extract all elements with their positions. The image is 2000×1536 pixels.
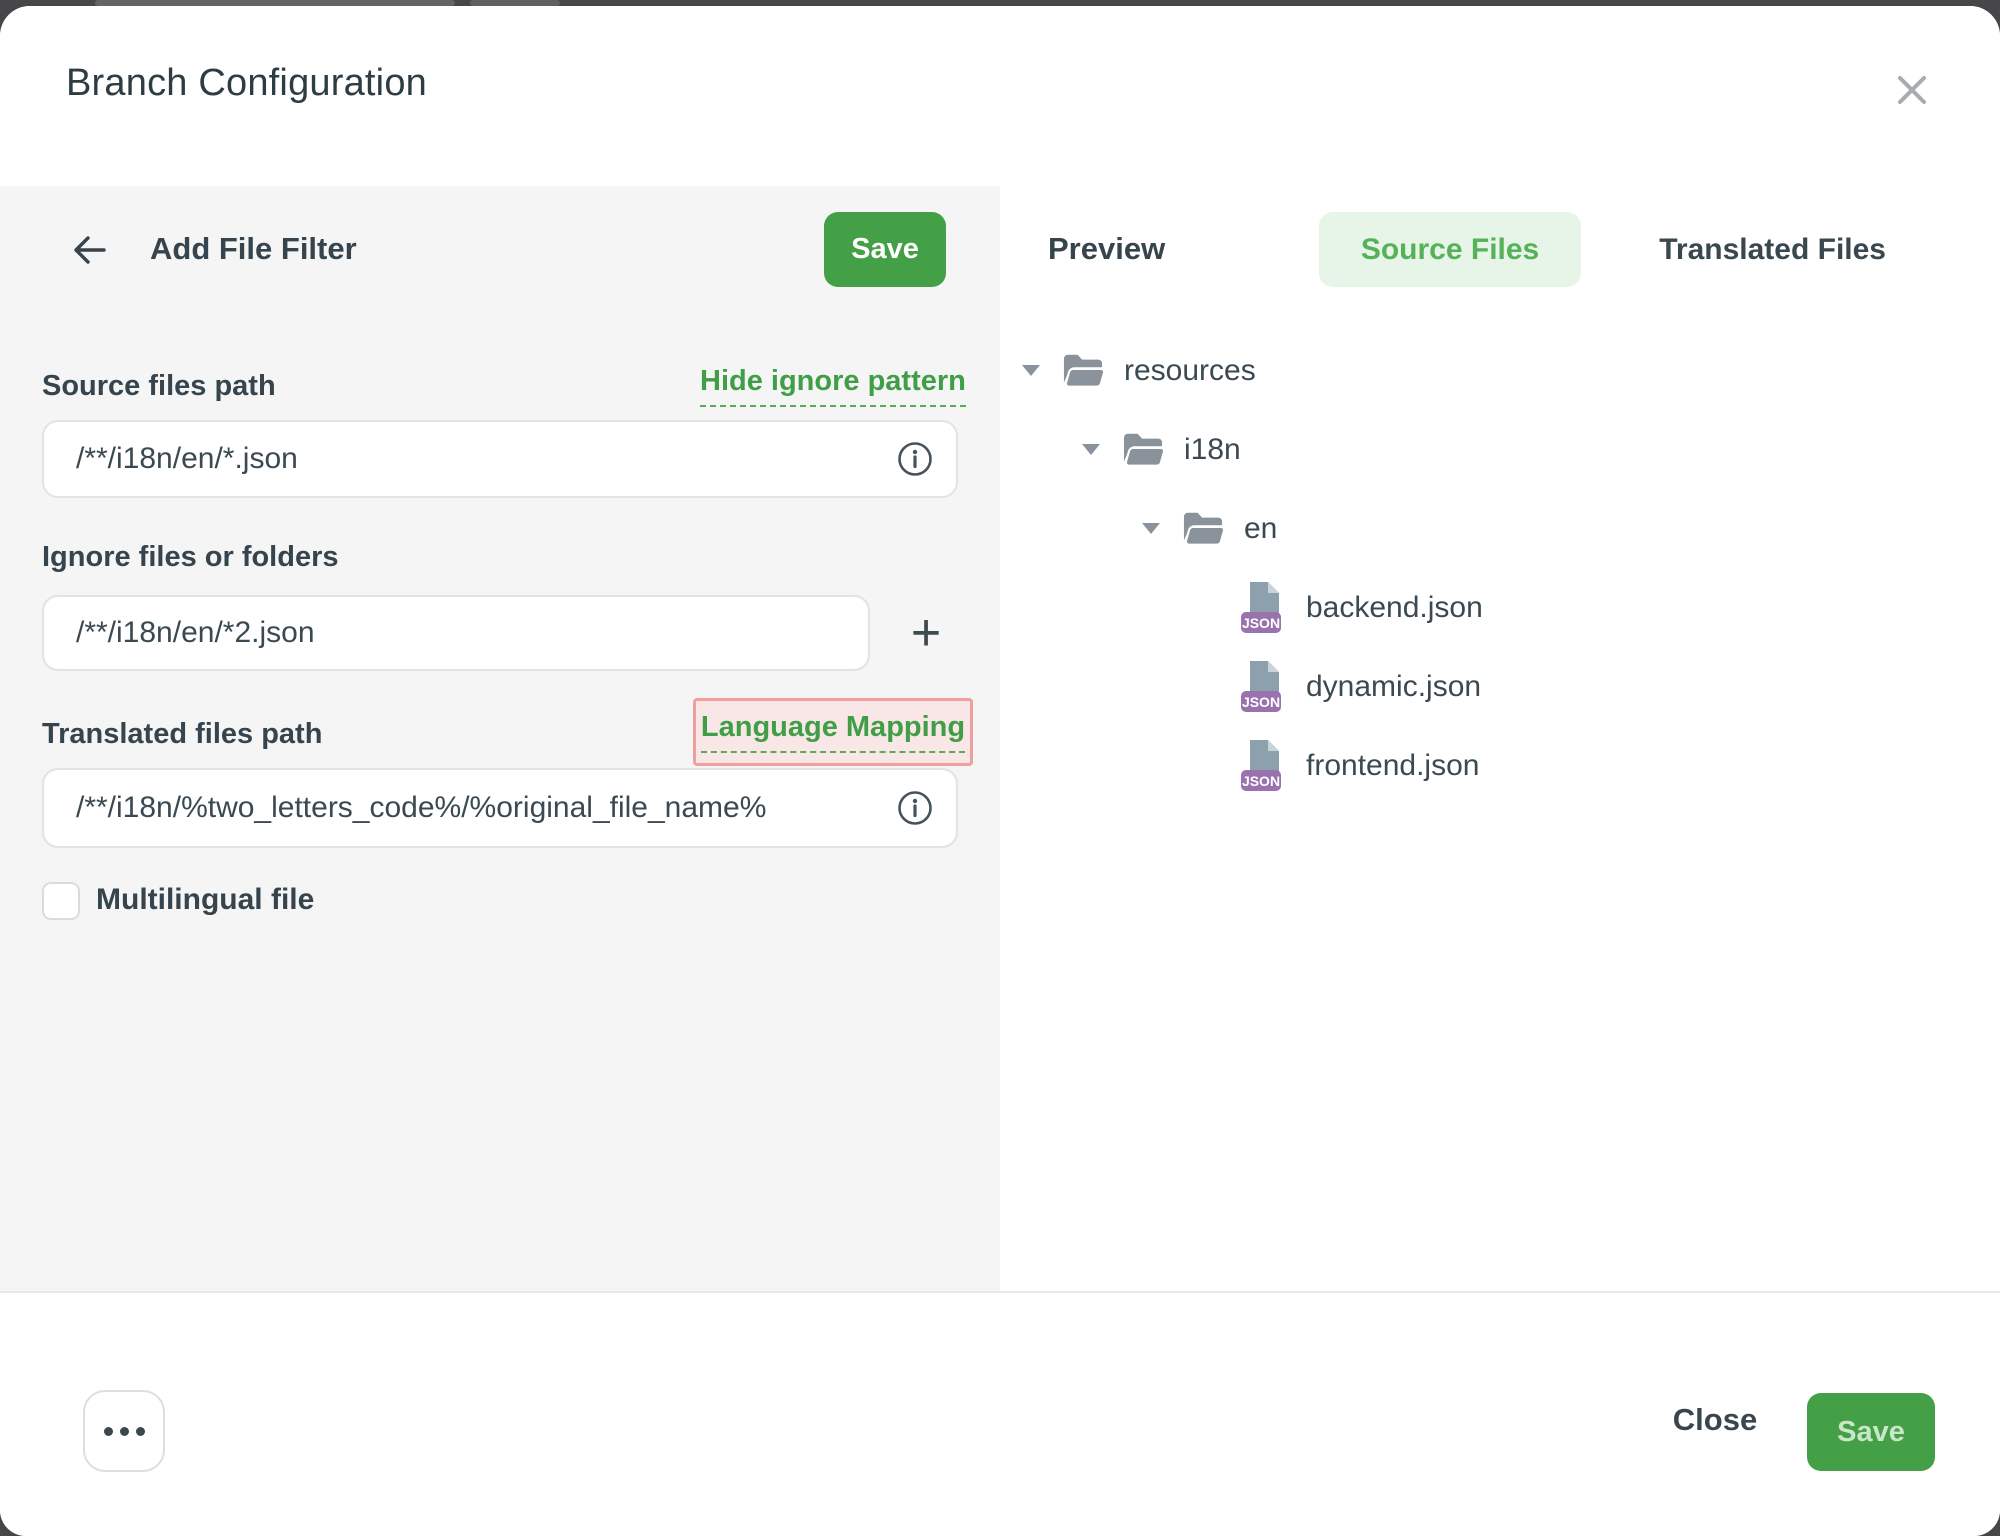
tab-translated-files[interactable]: Translated Files (1617, 212, 1928, 287)
source-files-path-label: Source files path (42, 370, 276, 403)
modal-footer: Close Save (0, 1291, 2000, 1536)
add-ignore-pattern-button[interactable]: + (896, 601, 956, 665)
language-mapping-highlight: Language Mapping (693, 698, 973, 766)
save-button-label: Save (1837, 1416, 1905, 1449)
language-mapping-link[interactable]: Language Mapping (701, 711, 965, 753)
tree-file-frontend-json[interactable]: JSON frontend.json (1000, 726, 2000, 805)
more-options-button[interactable] (83, 1390, 165, 1472)
dot-icon (136, 1427, 145, 1436)
translated-files-path-label: Translated files path (42, 718, 322, 751)
file-tree: resources i18n en JSON backend.json JSON dynam… (1000, 331, 2000, 805)
save-filter-button[interactable]: Save (824, 212, 946, 287)
back-arrow-icon[interactable] (70, 230, 110, 270)
source-files-path-value: /**/i18n/en/*.json (76, 442, 896, 476)
ignore-files-input[interactable]: /**/i18n/en/*2.json (42, 595, 870, 671)
tree-item-label: frontend.json (1306, 749, 1479, 783)
modal-header: Branch Configuration (0, 6, 2000, 188)
branch-configuration-modal: Branch Configuration Add File Filter Sav… (0, 6, 2000, 1536)
svg-text:JSON: JSON (1242, 694, 1280, 710)
tree-item-label: dynamic.json (1306, 670, 1481, 704)
tree-expand-caret-icon[interactable] (1082, 444, 1100, 455)
tree-expand-caret-icon[interactable] (1142, 523, 1160, 534)
screen-backdrop: Branch Configuration Add File Filter Sav… (0, 0, 2000, 1536)
hide-ignore-pattern-link[interactable]: Hide ignore pattern (700, 365, 966, 407)
caret-down-icon (1082, 444, 1100, 455)
folder-open-icon (1060, 351, 1106, 391)
tree-item-label: en (1244, 512, 1277, 546)
json-file-icon: JSON (1240, 580, 1288, 636)
preview-subheader: Preview Source Files Translated Files (1000, 186, 2000, 315)
tree-item-label: i18n (1184, 433, 1241, 467)
preview-title: Preview (1048, 231, 1165, 267)
file-filter-form: Source files path Hide ignore pattern /*… (0, 313, 1000, 1293)
json-file-icon: JSON (1240, 659, 1288, 715)
svg-text:JSON: JSON (1242, 773, 1280, 789)
tree-expand-caret-icon[interactable] (1022, 365, 1040, 376)
caret-down-icon (1022, 365, 1040, 376)
preview-tabs: Source Files Translated Files (1319, 212, 1928, 287)
multilingual-file-label: Multilingual file (96, 883, 314, 917)
tree-folder-i18n[interactable]: i18n (1000, 410, 2000, 489)
info-icon[interactable] (896, 789, 934, 827)
caret-down-icon (1142, 523, 1160, 534)
dot-icon (104, 1427, 113, 1436)
file-filter-title: Add File Filter (150, 231, 357, 267)
preview-file-tree-panel: resources i18n en JSON backend.json JSON dynam… (1000, 313, 2000, 1293)
json-file-icon: JSON (1240, 738, 1288, 794)
multilingual-file-checkbox[interactable] (42, 882, 80, 920)
translated-files-path-value: /**/i18n/%two_letters_code%/%original_fi… (76, 791, 896, 825)
ignore-files-value: /**/i18n/en/*2.json (76, 616, 868, 650)
save-filter-button-label: Save (851, 233, 919, 266)
ignore-files-label: Ignore files or folders (42, 541, 339, 574)
tree-folder-resources[interactable]: resources (1000, 331, 2000, 410)
svg-text:JSON: JSON (1242, 615, 1280, 631)
translated-files-path-input[interactable]: /**/i18n/%two_letters_code%/%original_fi… (42, 768, 958, 848)
source-files-path-input[interactable]: /**/i18n/en/*.json (42, 420, 958, 498)
save-button[interactable]: Save (1807, 1393, 1935, 1471)
dot-icon (120, 1427, 129, 1436)
file-filter-subheader: Add File Filter Save (0, 186, 1000, 315)
folder-open-icon (1180, 509, 1226, 549)
modal-title: Branch Configuration (66, 62, 427, 105)
info-icon[interactable] (896, 440, 934, 478)
tree-file-dynamic-json[interactable]: JSON dynamic.json (1000, 647, 2000, 726)
close-icon[interactable] (1886, 64, 1938, 116)
tab-source-files[interactable]: Source Files (1319, 212, 1581, 287)
tree-item-label: resources (1124, 354, 1256, 388)
tree-folder-en[interactable]: en (1000, 489, 2000, 568)
tree-item-label: backend.json (1306, 591, 1483, 625)
close-button[interactable]: Close (1660, 1401, 1770, 1439)
folder-open-icon (1120, 430, 1166, 470)
tree-file-backend-json[interactable]: JSON backend.json (1000, 568, 2000, 647)
